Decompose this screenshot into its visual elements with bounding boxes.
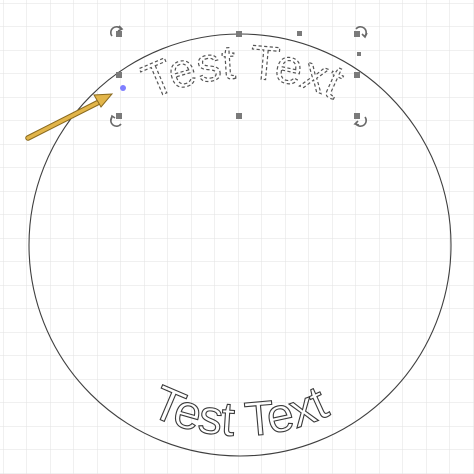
design-canvas[interactable]: Test Text Test Text [0,0,474,474]
selection-handle[interactable] [354,31,360,37]
selection-handle[interactable] [116,72,122,78]
selection-handle[interactable] [354,72,360,78]
selection-handle[interactable] [354,113,360,119]
selection-handle[interactable] [236,113,242,119]
selection-handle[interactable] [297,31,302,36]
selection-handle[interactable] [357,52,361,56]
selection-handle[interactable] [116,113,122,119]
selection-handle[interactable] [116,31,122,37]
canvas-svg[interactable]: Test Text Test Text [0,0,474,474]
anchor-point[interactable] [120,85,126,91]
